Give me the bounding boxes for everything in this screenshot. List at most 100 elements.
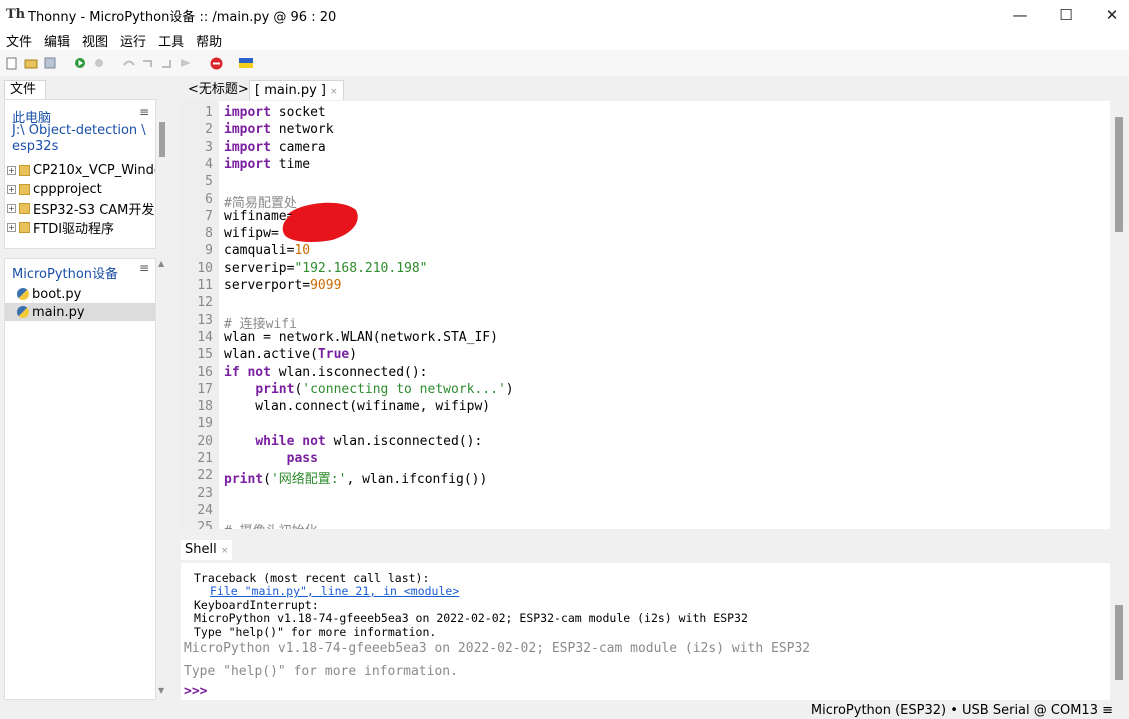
file-main-py[interactable]: main.py (5, 303, 155, 321)
menu-tools[interactable]: 工具 (152, 31, 190, 50)
code-line[interactable]: import socket (224, 105, 326, 120)
editor-tabs: <无标题> × [ main.py ] × (183, 80, 1113, 100)
shell-console[interactable]: Traceback (most recent call last): File … (181, 563, 1110, 700)
code-line[interactable]: # 摄像头初始化 (224, 520, 318, 529)
shell-banner-large: MicroPython v1.18-74-gfeeeb5ea3 on 2022-… (184, 641, 811, 656)
device-panel-menu-icon[interactable]: ≡ (139, 261, 149, 275)
left-panel-scrollbar[interactable]: ▲ ▼ (158, 107, 166, 697)
code-line[interactable]: import time (224, 157, 310, 172)
path-segment-2[interactable]: esp32s (5, 139, 58, 154)
line-number: 24 (197, 502, 213, 518)
code-line[interactable]: print('网络配置:', wlan.ifconfig()) (224, 468, 487, 487)
scrollbar-thumb[interactable] (159, 122, 165, 157)
step-over-icon[interactable] (121, 55, 137, 71)
code-line[interactable]: import network (224, 122, 334, 137)
path-segment-1[interactable]: J:\ Object-detection \ (5, 123, 146, 138)
tree-item[interactable]: + FTDI驱动程序 (7, 218, 114, 237)
code-token: wifipw= (224, 226, 279, 242)
shell-error-link[interactable]: File "main.py", line 21, in <module> (210, 584, 459, 598)
line-number: 1 (205, 105, 213, 120)
code-token: # 摄像头初始化 (224, 524, 318, 529)
tab-close-icon[interactable]: × (330, 87, 338, 97)
code-line[interactable]: # 连接wifi (224, 313, 297, 332)
expand-icon[interactable]: + (7, 184, 16, 194)
expand-icon[interactable]: + (7, 165, 16, 175)
step-out-icon[interactable] (159, 55, 175, 71)
line-number: 8 (205, 226, 213, 242)
code-line[interactable]: while not wlan.isconnected(): (224, 434, 482, 449)
editor-scrollbar[interactable] (1113, 101, 1127, 529)
run-icon[interactable] (72, 55, 88, 71)
code-line[interactable]: camquali=10 (224, 243, 310, 258)
code-token: network (270, 122, 334, 138)
step-into-icon[interactable] (140, 55, 156, 71)
menu-view[interactable]: 视图 (76, 31, 114, 50)
tab-main-py[interactable]: [ main.py ] × (249, 80, 344, 100)
tab-label: <无标题> (188, 82, 249, 97)
code-line[interactable]: import camera (224, 140, 326, 155)
flag-icon[interactable] (238, 55, 254, 71)
code-line[interactable]: print('connecting to network...') (224, 382, 513, 397)
code-line[interactable]: wlan.connect(wifiname, wifipw) (224, 399, 490, 414)
menu-edit[interactable]: 编辑 (38, 31, 76, 50)
expand-icon[interactable]: + (7, 203, 16, 213)
code-token: "192.168.210.198" (294, 260, 428, 276)
files-panel-menu-icon[interactable]: ≡ (139, 105, 149, 119)
scroll-up-arrow-icon[interactable]: ▲ (158, 259, 164, 268)
shell-scrollbar[interactable] (1113, 563, 1127, 700)
code-line[interactable]: wlan = network.WLAN(network.STA_IF) (224, 330, 498, 345)
open-file-icon[interactable] (23, 55, 39, 71)
tree-item[interactable]: + ESP32-S3 CAM开发板 (7, 199, 155, 218)
code-token: wlan.isconnected(): (270, 364, 428, 380)
device-label[interactable]: MicroPython设备 (5, 263, 118, 282)
scroll-down-arrow-icon[interactable]: ▼ (158, 686, 164, 695)
shell-traceback: Traceback (most recent call last): (194, 571, 430, 585)
code-line[interactable]: wlan.active(True) (224, 347, 357, 362)
shell-tab[interactable]: Shell × (181, 540, 233, 560)
line-number: 11 (197, 278, 213, 293)
close-button[interactable]: ✕ (1089, 0, 1129, 30)
code-token: wlan.active( (224, 347, 318, 363)
menu-help[interactable]: 帮助 (190, 31, 228, 50)
line-number: 4 (205, 156, 213, 172)
code-line[interactable]: serverport=9099 (224, 278, 341, 293)
tree-item[interactable]: + CP210x_VCP_Window (7, 161, 155, 179)
file-boot-py[interactable]: boot.py (17, 285, 81, 303)
files-panel: 此电脑 ≡ J:\ Object-detection \ esp32s + CP2… (4, 99, 156, 249)
shell-tab-close-icon[interactable]: × (221, 546, 229, 556)
stop-icon[interactable] (208, 55, 224, 71)
code-line[interactable]: wifipw= (224, 226, 279, 241)
code-line[interactable]: if not wlan.isconnected(): (224, 365, 428, 380)
code-line[interactable]: serverip="192.168.210.198" (224, 261, 428, 276)
maximize-button[interactable]: ☐ (1043, 0, 1089, 30)
folder-icon (19, 202, 30, 214)
menu-run[interactable]: 运行 (114, 31, 152, 50)
resume-icon[interactable] (178, 55, 194, 71)
line-number: 12 (197, 295, 213, 311)
expand-icon[interactable]: + (7, 222, 16, 232)
menu-bar: 文件 编辑 视图 运行 工具 帮助 (0, 30, 1129, 50)
shell-prompt[interactable]: >>> (184, 684, 207, 699)
files-tab[interactable]: 文件 × (4, 80, 46, 114)
interpreter-status[interactable]: MicroPython (ESP32) • USB Serial @ COM13… (811, 703, 1113, 718)
scrollbar-thumb[interactable] (1115, 117, 1123, 232)
debug-icon[interactable] (91, 55, 107, 71)
code-token: serverport= (224, 278, 311, 293)
line-number: 25 (197, 520, 213, 529)
menu-file[interactable]: 文件 (0, 31, 38, 50)
code-line[interactable]: pass (224, 451, 318, 466)
folder-icon (19, 183, 30, 195)
python-file-icon (17, 306, 29, 318)
line-number: 6 (205, 191, 213, 207)
new-file-icon[interactable] (4, 55, 20, 71)
code-token: pass (286, 451, 318, 466)
scrollbar-thumb[interactable] (1115, 605, 1123, 680)
minimize-button[interactable]: — (997, 0, 1043, 30)
tree-item[interactable]: + cppproject (7, 180, 102, 198)
save-icon[interactable] (42, 55, 58, 71)
code-editor[interactable]: 1 2 3 4 5 6 7 8 9 10 11 12 13 14 15 16 17 18 19 20 21 22 23 24 2… (181, 101, 1110, 529)
shell-keyboard-interrupt: KeyboardInterrupt: (194, 598, 319, 612)
code-token: 10 (294, 243, 311, 259)
code-token: 9099 (310, 278, 342, 293)
line-number: 5 (205, 174, 213, 190)
